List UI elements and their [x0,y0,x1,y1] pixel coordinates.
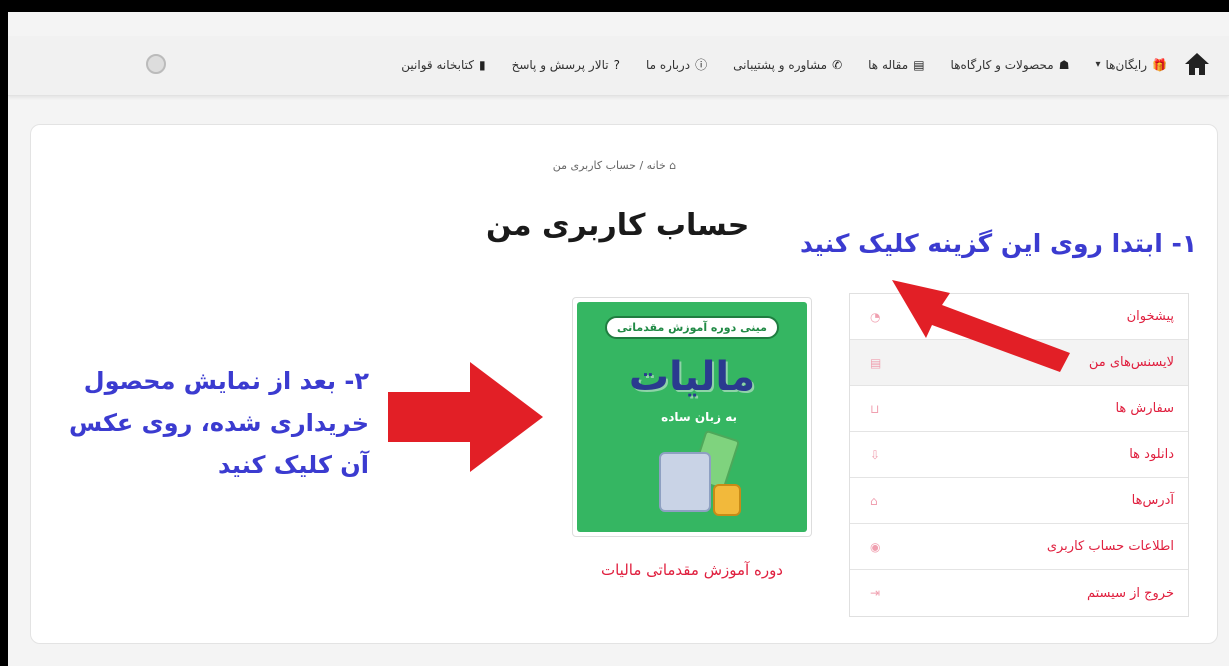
home-icon: ⌂ [870,493,878,508]
product-title[interactable]: دوره آموزش مقدماتی مالیات [572,561,812,579]
annotation-step1: ۱- ابتدا روی این گزینه کلیک کنید [800,229,1198,258]
annotation-step2: ۲- بعد از نمایش محصول خریداری شده، روی ع… [9,360,369,486]
nav-item-label: تالار پرسش و پاسخ [511,57,609,72]
arrow-to-product [388,362,543,472]
breadcrumb-current: حساب کاربری من [552,159,636,172]
product-big-text: مالیات [628,354,756,400]
nav-item-label: مشاوره و پشتیبانی [733,57,828,72]
nav-item-label: محصولات و کارگاه‌ها [950,57,1054,72]
user-icon: ◉ [870,539,881,554]
annotation-step2-line3: آن کلیک کنید [218,451,369,479]
account-menu-label: لایسنس‌های من [1088,355,1174,370]
breadcrumb-home[interactable]: خانه [647,159,666,172]
annotation-step2-line1: ۲- بعد از نمایش محصول [83,367,369,395]
nav-item-label: کتابخانه قوانین [401,57,474,72]
account-menu-label: دانلود ها [1129,447,1174,462]
dashboard-icon: ◔ [870,309,881,324]
nav-item-label: مقاله ها [868,57,909,72]
annotation-step2-line2: خریداری شده، روی عکس [69,409,369,437]
account-menu-label: سفارش ها [1115,401,1174,416]
gift-icon: 🎁 [1152,57,1167,72]
nav-item-4[interactable]: ⓘ درباره ما [646,56,707,73]
account-menu-label: آدرس‌ها [1131,493,1174,508]
award-icon: ☗ [1058,57,1070,72]
nav-menu: 🎁 رایگان‌ها ▾ ☗ محصولات و کارگاه‌ها ▤ مقاله ها… [401,56,1167,73]
account-menu-label: اطلاعات حساب کاربری [1046,539,1174,554]
user-avatar-icon[interactable] [146,54,166,74]
account-menu-item-5[interactable]: اطلاعات حساب کاربری ◉ [850,524,1188,570]
nav-item-1[interactable]: ☗ محصولات و کارگاه‌ها [951,56,1070,73]
breadcrumb: ⌂ خانه / حساب کاربری من [0,159,1229,172]
product-sub-text: به زبان ساده [661,410,737,424]
product-badge: مینی دوره آموزش مقدماتی [605,316,779,339]
account-menu-item-6[interactable]: خروج از سیستم ⇥ [850,570,1188,616]
nav-item-label: درباره ما [645,57,691,72]
chevron-down-icon: ▾ [1095,59,1101,70]
page-title: حساب کاربری من [486,208,750,243]
newspaper-icon: ▤ [913,57,925,72]
basket-icon: ⊔ [870,401,880,416]
account-menu-label: خروج از سیستم [1086,585,1174,601]
info-icon: ⓘ [695,58,708,72]
nav-item-6[interactable]: ▮ کتابخانه قوانین [401,56,485,73]
account-menu-item-3[interactable]: دانلود ها ⇩ [850,432,1188,478]
top-navbar: 🎁 رایگان‌ها ▾ ☗ محصولات و کارگاه‌ها ▤ مقاله ها… [8,36,1229,96]
logout-icon: ⇥ [870,586,881,600]
nav-item-0[interactable]: 🎁 رایگان‌ها ▾ [1095,56,1167,73]
home-icon[interactable] [1183,50,1211,78]
nav-item-5[interactable]: ? تالار پرسش و پاسخ [512,56,620,73]
coins-illustration [713,484,741,516]
question-icon: ? [613,57,620,72]
nav-item-label: رایگان‌ها [1105,57,1148,72]
download-icon: ⇩ [870,447,881,462]
nav-item-3[interactable]: ✆ مشاوره و پشتیبانی [733,56,842,73]
arrow-to-licenses [892,280,1070,372]
home-icon: ⌂ [669,159,677,172]
books-icon: ▮ [478,57,486,72]
product-image[interactable]: مینی دوره آموزش مقدماتی مالیات به زبان س… [572,297,812,537]
account-menu-item-2[interactable]: سفارش ها ⊔ [850,386,1188,432]
breadcrumb-separator: / [639,159,644,172]
nav-item-2[interactable]: ▤ مقاله ها [868,56,924,73]
account-menu-label: پیشخوان [1126,309,1174,324]
product-cover: مینی دوره آموزش مقدماتی مالیات به زبان س… [577,302,807,532]
account-menu-item-4[interactable]: آدرس‌ها ⌂ [850,478,1188,524]
phone-icon: ✆ [832,57,843,72]
calculator-illustration [659,452,711,512]
